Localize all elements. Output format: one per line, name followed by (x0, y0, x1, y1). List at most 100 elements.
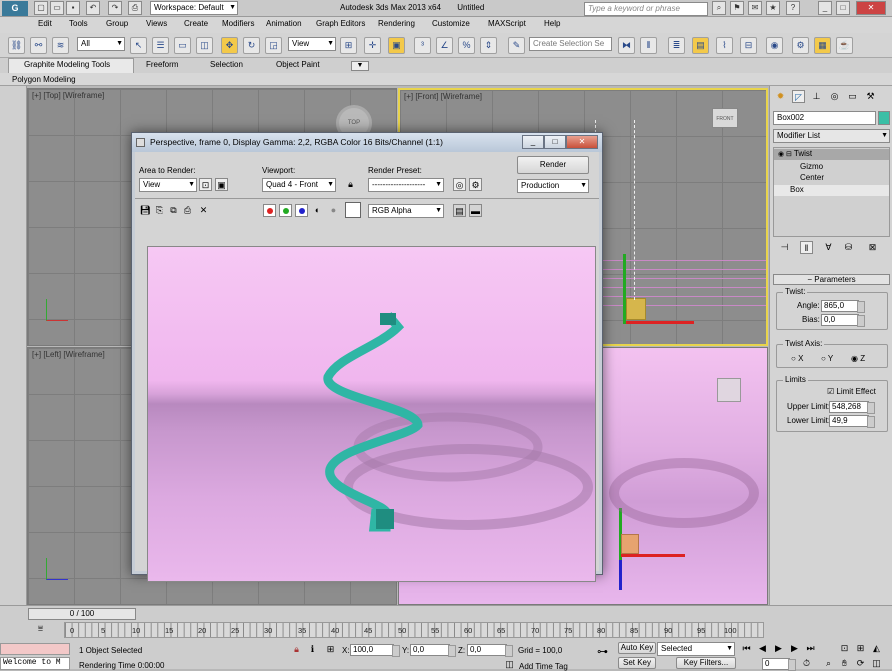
persp-gizmo-plane[interactable] (621, 534, 639, 554)
key-selection-dropdown[interactable]: Selected ▼ (657, 642, 735, 656)
rendered-frame-window-icon[interactable]: ▦ (814, 37, 831, 54)
layer-manager-icon[interactable]: ≣ (668, 37, 685, 54)
menu-views[interactable]: Views (146, 19, 167, 28)
render-button[interactable]: Render (517, 156, 589, 174)
create-tab-icon[interactable]: ✹ (774, 90, 787, 103)
mini-curve-editor-icon[interactable]: ⩸ (34, 622, 47, 635)
time-config-icon[interactable]: ⏱ (800, 657, 813, 670)
blue-channel-button[interactable] (295, 204, 308, 217)
redo-icon[interactable]: ↷ (108, 1, 122, 15)
window-crossing-icon[interactable]: ◫ (196, 37, 213, 54)
goto-end-icon[interactable]: ⏭ (804, 642, 817, 655)
pin-stack-icon[interactable]: ⊣ (778, 241, 791, 254)
zoom-icon[interactable]: ⌕ (822, 657, 835, 670)
curve-editor-icon[interactable]: ⌇ (716, 37, 733, 54)
menu-tools[interactable]: Tools (69, 19, 88, 28)
render-setup-dialog-icon[interactable]: ◎ (453, 178, 466, 191)
stack-item-twist[interactable]: ◉ ⊟ Twist (774, 149, 889, 160)
rendered-frame-window[interactable]: Perspective, frame 0, Display Gamma: 2,2… (131, 132, 603, 582)
print-image-icon[interactable]: ⎙ (181, 204, 194, 217)
prev-frame-icon[interactable]: ◀ (756, 642, 769, 655)
bind-space-warp-icon[interactable]: ≋ (52, 37, 69, 54)
motion-tab-icon[interactable]: ◎ (828, 90, 841, 103)
favorites-icon[interactable]: ★ (766, 1, 780, 15)
green-channel-button[interactable] (279, 204, 292, 217)
field-of-view-icon[interactable]: ◭ (870, 642, 883, 655)
save-file-icon[interactable]: ▪ (66, 1, 80, 15)
scale-icon[interactable]: ◲ (265, 37, 282, 54)
render-dialog-titlebar[interactable]: Perspective, frame 0, Display Gamma: 2,2… (132, 133, 602, 152)
edit-named-selection-icon[interactable]: ✎ (508, 37, 525, 54)
stack-item-box[interactable]: Box (774, 185, 889, 196)
limit-effect-checkbox[interactable]: ☑ Limit Effect (827, 387, 876, 396)
z-coord-field[interactable]: 0,0 (467, 644, 513, 657)
red-channel-button[interactable] (263, 204, 276, 217)
material-editor-icon[interactable]: ◉ (766, 37, 783, 54)
dialog-maximize-icon[interactable]: □ (544, 135, 566, 149)
bias-spinner[interactable]: 0,0 (821, 314, 865, 327)
mirror-icon[interactable]: ⧓ (618, 37, 635, 54)
viewport-front-label[interactable]: [+] [Front] [Wireframe] (404, 92, 482, 101)
area-to-render-dropdown[interactable]: View ▼ (139, 178, 197, 192)
maximize-icon[interactable]: □ (836, 1, 850, 15)
alpha-channel-icon[interactable]: ◐ (311, 204, 324, 217)
lock-viewport-icon[interactable]: 🔒︎ (344, 178, 357, 191)
pivot-center-icon[interactable]: ⊞ (340, 37, 357, 54)
menu-edit[interactable]: Edit (38, 19, 52, 28)
axis-y-radio[interactable]: ○ Y (821, 354, 833, 363)
display-tab-icon[interactable]: ▭ (846, 90, 859, 103)
current-frame-field[interactable]: 0 (762, 658, 796, 671)
orbit-icon[interactable]: ⟳ (854, 657, 867, 670)
zoom-extents-icon[interactable]: ⊡ (838, 642, 851, 655)
search-icon[interactable]: ⌕ (712, 1, 726, 15)
spinner-snap-icon[interactable]: ⇕ (480, 37, 497, 54)
select-object-icon[interactable]: ↖ (130, 37, 147, 54)
angle-spinner[interactable]: 865,0 (821, 300, 865, 313)
snaps-toggle-icon[interactable]: ³ (414, 37, 431, 54)
show-end-result-icon[interactable]: ‖ (800, 241, 813, 254)
y-coord-field[interactable]: 0,0 (410, 644, 456, 657)
clear-image-icon[interactable]: ✕ (197, 204, 210, 217)
move-icon[interactable]: ✥ (221, 37, 238, 54)
angle-snap-icon[interactable]: ∠ (436, 37, 453, 54)
menu-help[interactable]: Help (544, 19, 560, 28)
new-file-icon[interactable]: ▢ (34, 1, 48, 15)
render-production-icon[interactable]: ☕ (836, 37, 853, 54)
x-coord-field[interactable]: 100,0 (350, 644, 400, 657)
zoom-all-icon[interactable]: ⊞ (854, 642, 867, 655)
communication-icon[interactable]: ✉ (748, 1, 762, 15)
align-icon[interactable]: ⫴ (640, 37, 657, 54)
undo-icon[interactable]: ↶ (86, 1, 100, 15)
set-key-button[interactable]: Set Key (618, 657, 656, 669)
viewport-top-label[interactable]: [+] [Top] [Wireframe] (32, 91, 104, 100)
maximize-viewport-icon[interactable]: ◫ (870, 657, 883, 670)
axis-x-radio[interactable]: ○ X (791, 354, 803, 363)
pan-icon[interactable]: ✋︎ (838, 657, 851, 670)
welcome-box[interactable]: Welcome to M (0, 657, 70, 670)
key-filters-button[interactable]: Key Filters... (676, 657, 736, 669)
bulb-icon[interactable]: ◉ ⊟ (778, 151, 794, 158)
menu-graph-editors[interactable]: Graph Editors (316, 19, 365, 28)
rotate-icon[interactable]: ↻ (243, 37, 260, 54)
keyboard-shortcut-icon[interactable]: ▣ (388, 37, 405, 54)
tab-graphite-modeling-tools[interactable]: Graphite Modeling Tools (24, 60, 110, 69)
dialog-close-icon[interactable]: ✕ (566, 135, 598, 149)
play-icon[interactable]: ▶ (772, 642, 785, 655)
stack-item-gizmo[interactable]: Gizmo (800, 162, 823, 171)
select-link-icon[interactable]: ⛓ (8, 37, 25, 54)
menu-group[interactable]: Group (106, 19, 128, 28)
monochrome-icon[interactable]: ● (327, 204, 340, 217)
minimize-icon[interactable]: _ (818, 1, 832, 15)
utilities-tab-icon[interactable]: ⚒ (864, 90, 877, 103)
tab-selection[interactable]: Selection (210, 60, 243, 69)
display-channel-dropdown[interactable]: RGB Alpha ▼ (368, 204, 444, 218)
lower-limit-spinner[interactable]: 49,9 (829, 415, 875, 428)
schematic-view-icon[interactable]: ⊟ (740, 37, 757, 54)
ribbon-options-button[interactable]: ▼ (351, 61, 369, 71)
perspective-viewcube[interactable] (717, 378, 741, 402)
rectangular-selection-icon[interactable]: ▭ (174, 37, 191, 54)
configure-sets-icon[interactable]: ⊠ (866, 241, 879, 254)
menu-customize[interactable]: Customize (432, 19, 470, 28)
tab-freeform[interactable]: Freeform (146, 60, 178, 69)
environment-effects-icon[interactable]: ⚙ (469, 178, 482, 191)
